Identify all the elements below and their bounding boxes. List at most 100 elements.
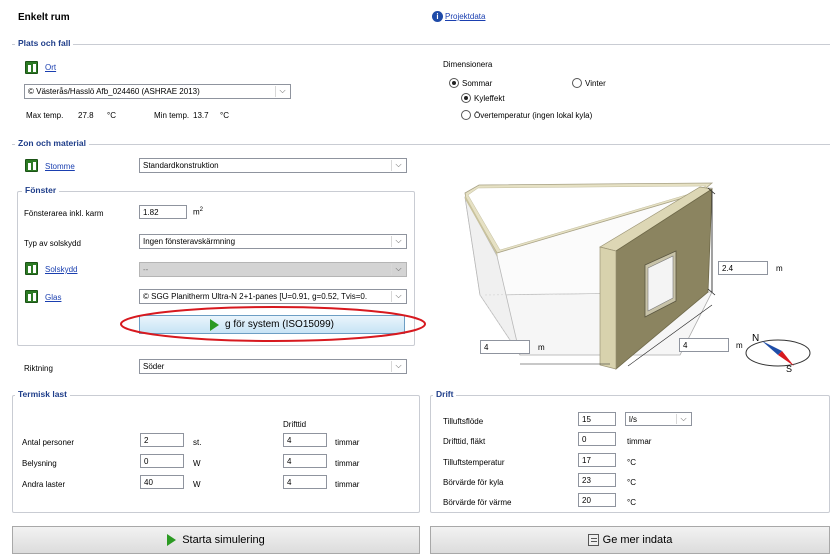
room-height-input[interactable]: 2.4 — [718, 261, 768, 275]
solskydd-select: -- ⌵ — [139, 262, 407, 277]
fan-time-input[interactable]: 0 — [578, 432, 616, 446]
max-temp-value: 27.8 — [78, 111, 94, 120]
compass-north-label: N — [752, 333, 760, 344]
other-loads-input[interactable]: 40 — [140, 475, 184, 489]
solskydd-value: -- — [143, 265, 149, 274]
overtemp-radio[interactable] — [461, 110, 471, 120]
thermal-legend: Termisk last — [15, 389, 70, 399]
highlight-ellipse — [120, 306, 426, 342]
summer-radio[interactable] — [449, 78, 459, 88]
min-temp-value: 13.7 — [193, 111, 209, 120]
database-icon[interactable] — [25, 262, 38, 275]
room-width-input[interactable]: 4 — [679, 338, 729, 352]
stomme-link[interactable]: Stomme — [45, 162, 75, 171]
other-loads-time-input[interactable]: 4 — [283, 475, 327, 489]
shading-type-value: Ingen fönsteravskärmning — [143, 237, 236, 246]
project-link-wrap[interactable]: i Projektdata — [432, 11, 485, 22]
chevron-down-icon: ⌵ — [676, 414, 690, 424]
max-temp-unit: °C — [107, 111, 116, 120]
persons-unit: st. — [193, 438, 202, 447]
flow-label: Tilluftsflöde — [443, 417, 484, 426]
stomme-select[interactable]: Standardkonstruktion ⌵ — [139, 158, 407, 173]
direction-value: Söder — [143, 362, 165, 371]
cooling-setpoint-input[interactable]: 23 — [578, 473, 616, 487]
dimension-title: Dimensionera — [443, 60, 493, 69]
fan-time-unit: timmar — [627, 437, 652, 446]
window-area-unit: m2 — [193, 207, 204, 217]
supply-temp-unit: °C — [627, 458, 636, 467]
persons-time-input[interactable]: 4 — [283, 433, 327, 447]
glas-value: © SGG Planitherm Ultra-N 2+1-panes [U=0.… — [143, 292, 368, 301]
flow-unit-value: l/s — [629, 415, 637, 424]
drift-legend: Drift — [433, 389, 457, 399]
chevron-down-icon: ⌵ — [275, 86, 289, 97]
winter-label: Vinter — [585, 79, 606, 88]
direction-label: Riktning — [24, 364, 53, 373]
glas-link[interactable]: Glas — [45, 293, 61, 302]
form-icon — [587, 534, 599, 546]
page-title: Enkelt rum — [18, 12, 70, 23]
lighting-time-unit: timmar — [335, 459, 360, 468]
thermal-group — [12, 395, 420, 513]
more-input-button[interactable]: Ge mer indata — [430, 526, 830, 554]
info-icon: i — [432, 11, 443, 22]
solskydd-link[interactable]: Solskydd — [45, 265, 77, 274]
room-depth-input[interactable]: 4 — [480, 340, 530, 354]
heating-setpoint-label: Börvärde för värme — [443, 498, 512, 507]
project-data-link[interactable]: Projektdata — [445, 12, 485, 21]
flow-input[interactable]: 15 — [578, 412, 616, 426]
chevron-down-icon: ⌵ — [391, 291, 405, 302]
database-icon[interactable] — [25, 159, 38, 172]
winter-radio[interactable] — [572, 78, 582, 88]
drifttid-header: Drifttid — [283, 420, 307, 429]
more-input-label: Ge mer indata — [602, 534, 673, 546]
persons-time-unit: timmar — [335, 438, 360, 447]
database-icon[interactable] — [25, 290, 38, 303]
max-temp-label: Max temp. — [26, 111, 64, 120]
cooling-radio[interactable] — [461, 93, 471, 103]
zone-legend: Zon och material — [15, 138, 90, 148]
lighting-input[interactable]: 0 — [140, 454, 184, 468]
compass-south-label: S — [786, 364, 793, 374]
cooling-label: Kyleffekt — [474, 94, 505, 103]
supply-temp-input[interactable]: 17 — [578, 453, 616, 467]
supply-temp-label: Tilluftstemperatur — [443, 458, 505, 467]
room-width-unit: m — [736, 341, 743, 350]
window-area-input[interactable]: 1.82 — [139, 205, 187, 219]
location-divider — [12, 44, 830, 45]
play-icon — [167, 534, 177, 546]
overtemp-label: Övertemperatur (ingen lokal kyla) — [474, 111, 593, 120]
summer-label: Sommar — [462, 79, 493, 88]
persons-input[interactable]: 2 — [140, 433, 184, 447]
fan-time-label: Drifttid, fläkt — [443, 437, 486, 446]
heating-setpoint-unit: °C — [627, 498, 636, 507]
min-temp-unit: °C — [220, 111, 229, 120]
room-height-unit: m — [776, 264, 783, 273]
cooling-setpoint-unit: °C — [627, 478, 636, 487]
database-icon[interactable] — [25, 61, 38, 74]
start-simulation-label: Starta simulering — [182, 534, 265, 546]
lighting-time-input[interactable]: 4 — [283, 454, 327, 468]
ort-link[interactable]: Ort — [45, 63, 56, 72]
cooling-setpoint-label: Börvärde för kyla — [443, 478, 504, 487]
direction-select[interactable]: Söder ⌵ — [139, 359, 407, 374]
heating-setpoint-input[interactable]: 20 — [578, 493, 616, 507]
chevron-down-icon: ⌵ — [391, 236, 405, 247]
other-loads-time-unit: timmar — [335, 480, 360, 489]
flow-unit-select[interactable]: l/s ⌵ — [625, 412, 692, 426]
chevron-down-icon: ⌵ — [391, 160, 405, 171]
glas-select[interactable]: © SGG Planitherm Ultra-N 2+1-panes [U=0.… — [139, 289, 407, 304]
room-front-side — [599, 246, 617, 370]
other-loads-label: Andra laster — [22, 480, 66, 489]
start-simulation-button[interactable]: Starta simulering — [12, 526, 420, 554]
chevron-down-icon: ⌵ — [391, 264, 405, 275]
shading-type-label: Typ av solskydd — [24, 239, 81, 248]
window-legend: Fönster — [22, 185, 60, 195]
lighting-unit: W — [193, 459, 201, 468]
shading-type-select[interactable]: Ingen fönsteravskärmning ⌵ — [139, 234, 407, 249]
stomme-select-value: Standardkonstruktion — [143, 161, 219, 170]
window-area-label: Fönsterarea inkl. karm — [24, 209, 104, 218]
chevron-down-icon: ⌵ — [391, 361, 405, 372]
lighting-label: Belysning — [22, 459, 57, 468]
site-select[interactable]: © Västerås/Hasslö Afb_024460 (ASHRAE 201… — [24, 84, 291, 99]
